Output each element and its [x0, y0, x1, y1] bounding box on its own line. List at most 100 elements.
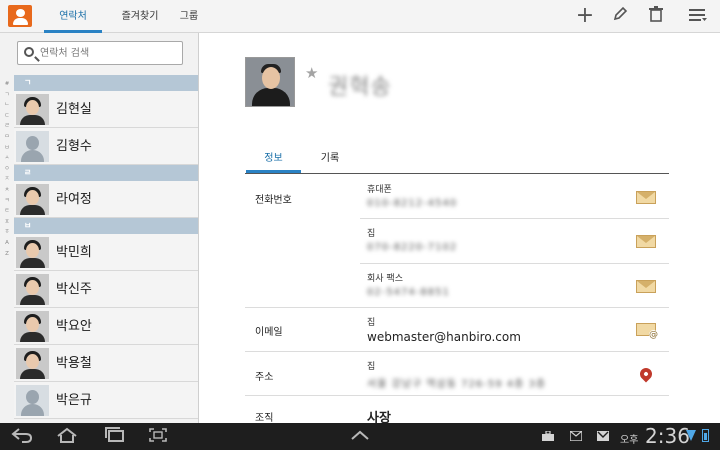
avatar [16, 274, 49, 305]
star-icon[interactable]: ★ [305, 64, 318, 82]
address-type: 집 [367, 362, 376, 372]
phone-number[interactable]: 010-8212-4540 [367, 198, 457, 209]
contact-name: 박은규 [56, 393, 92, 408]
map-pin-icon[interactable] [637, 365, 655, 383]
divider [245, 395, 669, 396]
avatar [16, 131, 49, 162]
search-input[interactable] [40, 44, 178, 62]
index-letter[interactable]: A [0, 238, 14, 249]
index-letter[interactable]: ㅎ [0, 227, 14, 238]
avatar [16, 385, 49, 416]
tab-contacts[interactable]: 연락처 [44, 0, 102, 33]
avatar [16, 348, 49, 379]
index-letter[interactable]: ㅍ [0, 217, 14, 228]
contact-list: ㄱ 김현실 김형수 ㄹ 라여정 ㅂ 박민희 박신주 박요안 박용철 박은규 [14, 75, 198, 419]
list-item[interactable]: 박요안 [14, 308, 198, 345]
email-icon[interactable] [636, 323, 658, 340]
clock: 2:36 [645, 424, 690, 448]
home-icon[interactable] [55, 427, 79, 447]
trash-icon[interactable] [643, 5, 669, 27]
avatar [16, 311, 49, 342]
divider [245, 351, 669, 352]
list-item[interactable]: 김형수 [14, 128, 198, 165]
divider [360, 218, 669, 219]
message-icon[interactable] [636, 235, 656, 248]
contact-name: 박용철 [56, 356, 92, 371]
back-icon[interactable] [10, 427, 34, 447]
index-letter[interactable]: ㅋ [0, 196, 14, 207]
contact-name: 박요안 [56, 319, 92, 334]
avatar [16, 184, 49, 215]
index-letter[interactable]: ㄷ [0, 111, 14, 122]
index-letter[interactable]: ㄹ [0, 121, 14, 132]
time-ampm: 오후 [620, 435, 639, 446]
email-label: 이메일 [255, 327, 283, 338]
section-header: ㄱ [14, 75, 198, 91]
index-letter[interactable]: # [0, 79, 14, 90]
phone-type: 회사 팩스 [367, 274, 403, 284]
contact-name: 라여정 [56, 192, 92, 207]
pencil-icon[interactable] [607, 5, 633, 27]
contacts-app-icon[interactable] [8, 5, 32, 27]
tab-favorites[interactable]: 즐겨찾기 [108, 0, 172, 33]
contact-list-panel: # ㄱ ㄴ ㄷ ㄹ ㅁ ㅂ ㅅ ㅇ ㅈ ㅊ ㅋ ㅌ ㅍ ㅎ A Z ㄱ 김현실 … [0, 33, 199, 423]
message-icon[interactable] [636, 191, 656, 204]
list-item[interactable]: 박민희 [14, 234, 198, 271]
menu-icon[interactable] [683, 5, 713, 27]
avatar [16, 94, 49, 125]
divider [245, 307, 669, 308]
tab-info[interactable]: 정보 [246, 151, 301, 173]
contact-name: 김형수 [56, 139, 92, 154]
contact-name: 박신주 [56, 282, 92, 297]
envelope-icon [569, 430, 583, 442]
index-letter[interactable]: ㄴ [0, 100, 14, 111]
phone-number[interactable]: 070-8220-7102 [367, 242, 457, 253]
divider [245, 173, 669, 174]
tab-groups[interactable]: 그룹 [172, 0, 206, 33]
list-item[interactable]: 박은규 [14, 382, 198, 419]
email-type: 집 [367, 318, 376, 328]
contact-photo[interactable] [245, 57, 295, 107]
system-bar: 오후 2:36 [0, 423, 720, 450]
recent-apps-icon[interactable] [103, 427, 127, 447]
org-label: 조직 [255, 413, 274, 423]
index-letter[interactable]: ㅊ [0, 185, 14, 196]
tab-log[interactable]: 기록 [308, 151, 352, 173]
index-letter[interactable]: ㅇ [0, 164, 14, 175]
index-letter[interactable]: ㅌ [0, 206, 14, 217]
section-header: ㅂ [14, 218, 198, 234]
list-item[interactable]: 라여정 [14, 181, 198, 218]
gmail-icon [597, 431, 609, 441]
phone-type: 집 [367, 229, 376, 239]
search-icon [24, 47, 34, 57]
index-letter[interactable]: Z [0, 249, 14, 260]
briefcase-icon [542, 430, 554, 441]
screenshot-icon[interactable] [146, 427, 170, 447]
index-letter[interactable]: ㅁ [0, 132, 14, 143]
phone-number[interactable]: 02-5474-8851 [367, 287, 450, 298]
contact-name: 박민희 [56, 245, 92, 260]
index-letter[interactable]: ㄱ [0, 90, 14, 101]
action-bar: 연락처 즐겨찾기 그룹 + [0, 0, 720, 33]
index-letter[interactable]: ㅅ [0, 153, 14, 164]
index-letter[interactable]: ㅂ [0, 143, 14, 154]
message-icon[interactable] [636, 280, 656, 293]
email-address[interactable]: webmaster@hanbiro.com [367, 330, 521, 344]
contact-name: 김현실 [56, 102, 92, 117]
battery-icon [702, 429, 709, 442]
chevron-up-icon[interactable] [348, 427, 372, 447]
contact-detail-panel: ★ 권혁송 정보 기록 전화번호 휴대폰 010-8212-4540 집 070… [200, 33, 720, 423]
section-header: ㄹ [14, 165, 198, 181]
search-box[interactable] [17, 41, 183, 65]
contact-title: 권혁송 [328, 75, 392, 100]
avatar [16, 237, 49, 268]
list-item[interactable]: 박신주 [14, 271, 198, 308]
list-item[interactable]: 김현실 [14, 91, 198, 128]
phone-type: 휴대폰 [367, 185, 392, 195]
index-scrollbar[interactable]: # ㄱ ㄴ ㄷ ㄹ ㅁ ㅂ ㅅ ㅇ ㅈ ㅊ ㅋ ㅌ ㅍ ㅎ A Z [0, 79, 14, 259]
plus-icon[interactable]: + [572, 5, 598, 27]
divider [360, 263, 669, 264]
address-value[interactable]: 서울 강남구 역삼동 726-59 4층 3층 [367, 375, 546, 390]
index-letter[interactable]: ㅈ [0, 174, 14, 185]
list-item[interactable]: 박용철 [14, 345, 198, 382]
